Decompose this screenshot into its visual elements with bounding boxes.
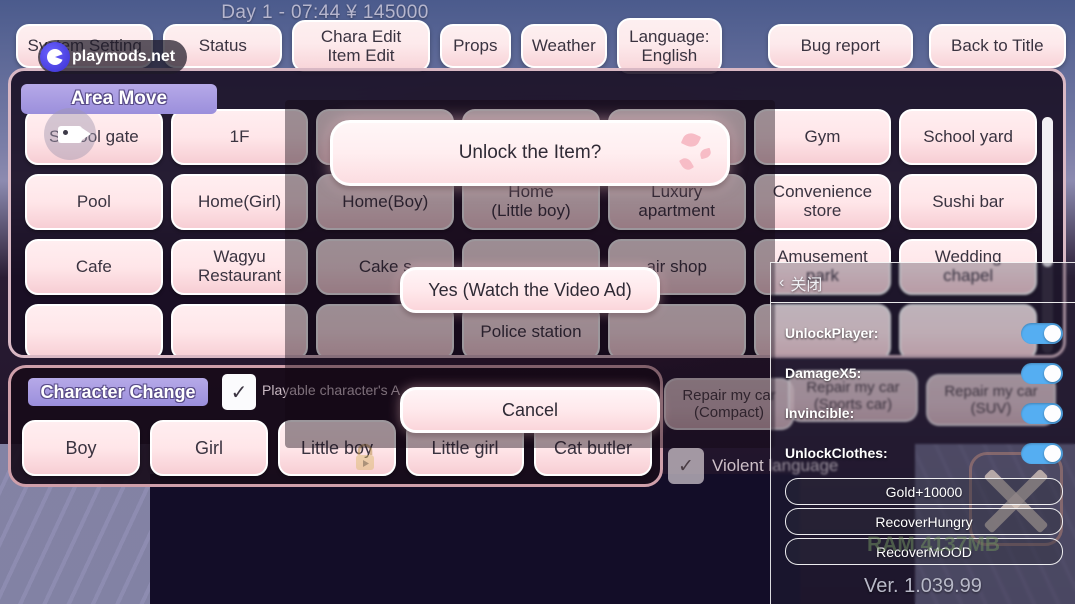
character-button-label: Girl [195,437,223,458]
playmods-watermark: playmods.net [38,40,188,74]
mod-toggle-switch[interactable] [1021,362,1063,384]
mod-action-label: RecoverHungry [875,513,973,530]
ram-text: RAM 4137MB [867,533,1001,556]
button-label: Weather [531,36,596,56]
area-cell[interactable]: Cafe [25,239,163,295]
mod-toggle-row: UnlockClothes: [785,440,1063,466]
dark-floor [150,474,800,604]
mod-menu-panel: ‹ 关闭 RAM 4137MB UnlockPlayer: DamageX5: In… [770,262,1075,604]
mod-toggle-label: UnlockPlayer: [785,325,879,341]
button-label: Chara Edit Item Edit [320,26,402,65]
mod-toggle-row: DamageX5: [785,360,1063,386]
check-icon: ✓ [230,381,248,404]
unlock-item-dialog-title: Unlock the Item? [330,120,730,186]
watch-video-ad-label: Yes (Watch the Video Ad) [428,279,632,300]
button-label: Props [453,36,498,56]
video-camera-icon[interactable] [44,108,96,160]
petal-icon [680,130,702,150]
mod-close-header[interactable]: ‹ 关闭 [771,263,1075,303]
watermark-text: playmods.net [72,48,176,65]
cancel-button[interactable]: Cancel [400,387,660,433]
mod-toggle-row: UnlockPlayer: [785,320,1063,346]
toggle-knob [1044,404,1061,422]
area-cell-label: Sushi bar [932,191,1005,211]
props-button[interactable]: Props [439,24,511,68]
mod-toggle-label: Invincible: [785,405,855,421]
area-cell[interactable]: Pool [25,174,163,230]
button-label: Language: English [629,26,710,65]
watch-video-ad-button[interactable]: Yes (Watch the Video Ad) [400,267,660,313]
playable-character-checkbox[interactable]: ✓ [222,374,256,410]
dialog-title-text: Unlock the Item? [458,142,602,163]
button-label: Back to Title [951,36,1044,56]
toggle-knob [1044,364,1061,382]
mod-action-label: Gold+10000 [885,483,963,500]
chara-item-edit-button[interactable]: Chara Edit Item Edit [292,20,430,72]
character-change-title: Character Change [28,378,208,406]
character-button-label: Boy [65,437,97,458]
area-cell-label: School yard [923,126,1014,146]
bug-report-button[interactable]: Bug report [767,24,913,68]
area-cell-label: Wagyu Restaurant [197,247,282,285]
mod-action-button[interactable]: Gold+10000 [785,478,1063,505]
area-cell-label: Gym [804,126,841,146]
character-button[interactable]: Girl [150,420,268,476]
area-cell[interactable]: Sushi bar [899,174,1037,230]
button-label: Bug report [800,36,880,56]
area-cell-label: 1F [229,126,250,146]
button-label: Status [198,36,247,56]
petal-icon [699,147,712,160]
area-cell-label: Convenience store [772,182,873,220]
mod-close-label: 关闭 [790,276,823,294]
cancel-label: Cancel [501,399,559,420]
mod-toggle-label: UnlockClothes: [785,445,888,461]
mod-toggle-switch[interactable] [1021,322,1063,344]
playmods-logo-icon [40,42,70,72]
mod-toggle-switch[interactable] [1021,402,1063,424]
toggle-knob [1044,444,1061,462]
mod-action-button[interactable]: RecoverHungry [785,508,1063,535]
chevron-left-icon: ‹ [779,273,785,291]
mod-toggle-row: Invincible: [785,400,1063,426]
area-cell[interactable]: School yard [899,109,1037,165]
area-cell-label: Home(Girl) [198,191,282,211]
language-button[interactable]: Language: English [616,18,722,74]
check-icon: ✓ [678,455,694,477]
weather-button[interactable]: Weather [520,24,607,68]
mod-toggle-switch[interactable] [1021,442,1063,464]
mod-toggle-label: DamageX5: [785,365,862,381]
character-button[interactable]: Boy [22,420,140,476]
area-cell-empty[interactable] [25,304,163,355]
area-cell-label: Cafe [75,256,112,276]
area-cell-label: Pool [76,191,111,211]
toggle-knob [1044,324,1061,342]
scrollbar-thumb[interactable] [1042,117,1053,267]
violent-language-checkbox[interactable]: ✓ [668,448,704,484]
petal-icon [678,155,695,173]
area-move-title: Area Move [21,84,217,114]
mod-version-label: Ver. 1.039.99 [864,575,982,597]
back-to-title-button[interactable]: Back to Title [928,24,1066,68]
